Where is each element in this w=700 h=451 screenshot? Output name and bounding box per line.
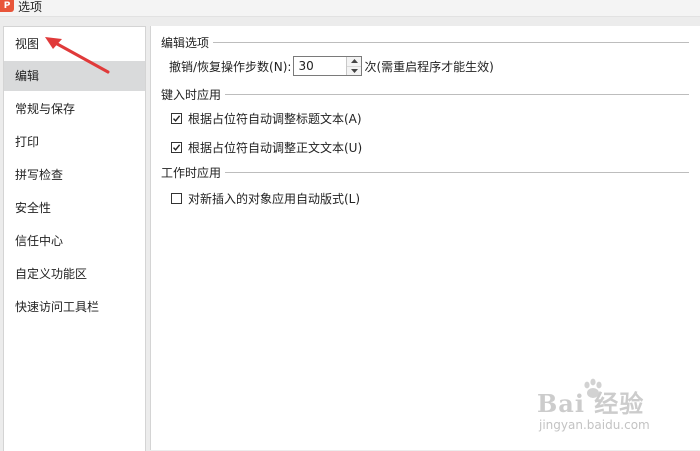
auto-fit-body-checkbox[interactable] <box>171 142 182 153</box>
typing-apply-group: 键入时应用 <box>161 87 689 102</box>
sidebar-item-customize-ribbon[interactable]: 自定义功能区 <box>4 259 145 289</box>
auto-fit-body-option[interactable]: 根据占位符自动调整正文文本(U) <box>171 139 362 156</box>
watermark-url: jingyan.baidu.com <box>539 418 650 432</box>
auto-layout-option[interactable]: 对新插入的对象应用自动版式(L) <box>171 190 360 207</box>
sidebar-item-trust-center[interactable]: 信任中心 <box>4 226 145 256</box>
title-bar: P 选项 <box>0 0 700 17</box>
working-apply-group: 工作时应用 <box>161 165 689 180</box>
checkmark-icon <box>172 115 181 122</box>
undo-steps-row: 撤销/恢复操作步数(N): 次(需重启程序才能生效) <box>169 56 494 76</box>
group-divider <box>225 171 689 173</box>
checkmark-icon <box>172 144 181 151</box>
chevron-up-icon <box>350 59 358 64</box>
auto-fit-title-checkbox[interactable] <box>171 113 182 124</box>
auto-layout-checkbox[interactable] <box>171 193 182 204</box>
stepper-buttons <box>346 57 362 75</box>
auto-layout-label: 对新插入的对象应用自动版式(L) <box>188 192 361 206</box>
watermark-logo-text: Bai 经验 <box>537 389 645 418</box>
sidebar-item-general-save[interactable]: 常规与保存 <box>4 94 145 124</box>
undo-steps-stepper <box>293 56 363 76</box>
group-divider <box>213 41 689 43</box>
chevron-down-icon <box>350 68 358 73</box>
auto-fit-title-label: 根据占位符自动调整标题文本(A) <box>188 112 362 126</box>
window-title: 选项 <box>18 0 43 14</box>
working-apply-header: 工作时应用 <box>161 165 222 180</box>
undo-steps-input[interactable] <box>294 57 347 75</box>
typing-apply-header: 键入时应用 <box>161 87 222 102</box>
undo-steps-label: 撤销/恢复操作步数(N): <box>169 59 292 74</box>
stepper-down-button[interactable] <box>347 65 362 75</box>
group-divider <box>225 93 689 95</box>
annotation-arrow-icon <box>45 37 110 74</box>
options-sidebar: 视图 编辑 常规与保存 打印 拼写检查 安全性 信任中心 自定义功能区 快速访问… <box>3 26 146 451</box>
sidebar-item-spell-check[interactable]: 拼写检查 <box>4 160 145 190</box>
app-logo-icon: P <box>0 0 14 12</box>
sidebar-item-print[interactable]: 打印 <box>4 127 145 157</box>
sidebar-item-security[interactable]: 安全性 <box>4 193 145 223</box>
undo-steps-suffix: 次(需重启程序才能生效) <box>364 59 494 74</box>
baidu-jingyan-watermark: Bai 经验 jingyan.baidu.com <box>537 378 677 438</box>
edit-options-header: 编辑选项 <box>161 35 210 50</box>
edit-options-group: 编辑选项 <box>161 35 689 50</box>
auto-fit-title-option[interactable]: 根据占位符自动调整标题文本(A) <box>171 110 362 127</box>
auto-fit-body-label: 根据占位符自动调整正文文本(U) <box>188 141 363 155</box>
sidebar-item-quick-access-toolbar[interactable]: 快速访问工具栏 <box>4 292 145 322</box>
stepper-up-button[interactable] <box>347 57 362 66</box>
